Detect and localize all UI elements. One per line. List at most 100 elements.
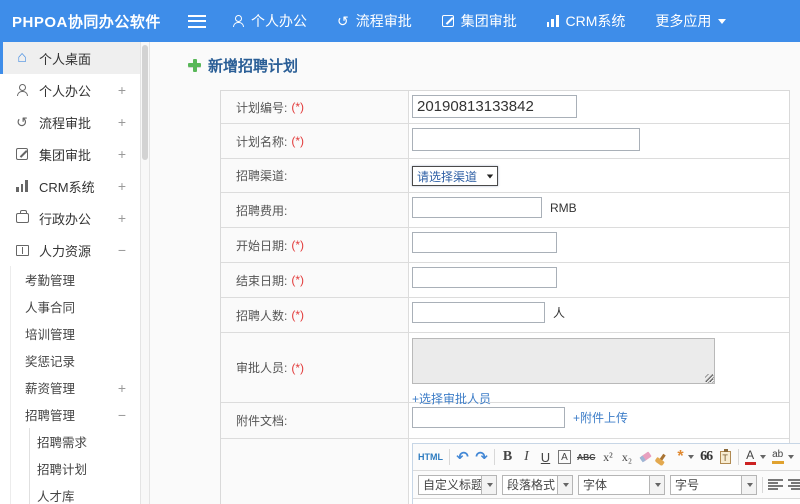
main-content: 新增招聘计划 计划编号: (*) 计划名称: (*) [150, 42, 800, 504]
caret-down-icon [718, 18, 727, 24]
nav-more-apps[interactable]: 更多应用 [655, 11, 727, 31]
required-mark: (*) [291, 273, 305, 287]
form-row-plan-no: 计划编号: (*) [221, 91, 789, 124]
channel-select[interactable]: 请选择渠道 [412, 166, 498, 186]
sub-item-label: 人才库 [37, 490, 75, 504]
sidebar-item-label: 个人办公 [39, 83, 92, 99]
nav-personal-office[interactable]: 个人办公 [232, 11, 307, 31]
editor-toolbar-row1: HTML ↶ ↷ B I U A ABC x² x₂ * 66 T A ab [413, 444, 800, 471]
highlight-button[interactable]: ab [771, 447, 794, 467]
sidebar-item-recruit-plan[interactable]: 招聘计划 [30, 455, 140, 482]
headcount-input[interactable] [412, 302, 545, 323]
expand-indicator: + [117, 178, 126, 194]
field-label: 开始日期: (*) [221, 228, 409, 262]
sidebar-item-hr[interactable]: 人力资源 − [0, 234, 140, 266]
nav-group-approval[interactable]: 集团审批 [441, 11, 517, 31]
blockquote-button[interactable]: 66 [700, 447, 713, 467]
toolbar-separator [494, 449, 495, 465]
font-color-letter: A [746, 448, 755, 462]
italic-button[interactable]: I [520, 447, 533, 467]
align-left-button[interactable] [768, 475, 783, 495]
required-mark: (*) [291, 134, 305, 148]
strikethrough-button[interactable]: ABC [577, 447, 595, 467]
format-brush-button[interactable] [658, 447, 671, 467]
sidebar-item-group-approval[interactable]: 集团审批 + [0, 138, 140, 170]
burger-bar [188, 20, 206, 22]
font-color-button[interactable]: A [744, 447, 766, 467]
sidebar-item-talent-pool[interactable]: 人才库 [30, 482, 140, 504]
sidebar-item-crm[interactable]: CRM系统 + [0, 170, 140, 202]
nav-workflow-approval[interactable]: 流程审批 [337, 11, 412, 31]
sidebar-item-training[interactable]: 培训管理 [11, 320, 140, 347]
sidebar-item-attendance[interactable]: 考勤管理 [11, 266, 140, 293]
attachment-input[interactable] [412, 407, 565, 428]
align-center-button[interactable] [788, 475, 800, 495]
caret-down-icon [687, 455, 694, 459]
field-label: 计划名称: (*) [221, 124, 409, 158]
scrollbar-thumb[interactable] [142, 45, 148, 160]
expand-indicator: + [117, 146, 126, 162]
headcount-unit: 人 [553, 305, 566, 320]
sidebar-item-salary[interactable]: 薪资管理 + [11, 374, 140, 401]
person-icon [14, 84, 30, 96]
sidebar-item-rewards[interactable]: 奖惩记录 [11, 347, 140, 374]
nav-label: 个人办公 [251, 13, 307, 29]
required-mark: (*) [291, 100, 305, 114]
undo-button[interactable]: ↶ [456, 447, 469, 467]
select-value: 段落格式 [502, 474, 558, 495]
end-date-input[interactable] [412, 267, 557, 288]
sidebar-item-personal-office[interactable]: 个人办公 + [0, 74, 140, 106]
form-row-attachment: 附件文档: +附件上传 [221, 403, 789, 439]
form-row-plan-name: 计划名称: (*) [221, 124, 789, 159]
start-date-input[interactable] [412, 232, 557, 253]
nav-crm-system[interactable]: CRM系统 [546, 11, 625, 31]
bold-button[interactable]: B [501, 447, 514, 467]
app-logo: PHPOA协同办公软件 [12, 13, 161, 31]
highlight-bar [771, 461, 784, 464]
eraser-button[interactable] [639, 447, 653, 467]
plan-name-input[interactable] [412, 128, 640, 151]
field-label-text: 开始日期: [236, 238, 288, 253]
sidebar-item-recruit-demand[interactable]: 招聘需求 [30, 428, 140, 455]
sidebar-item-workflow-approval[interactable]: 流程审批 + [0, 106, 140, 138]
highlight-letters: ab [772, 449, 784, 460]
attachment-upload-link[interactable]: +附件上传 [573, 411, 628, 425]
edit-icon [14, 148, 30, 160]
underline-button[interactable]: U [539, 447, 552, 467]
sidebar-item-admin-office[interactable]: 行政办公 + [0, 202, 140, 234]
field-label-text: 计划名称: [236, 134, 288, 149]
sidebar-item-recruit-mgmt[interactable]: 招聘管理 − [11, 401, 140, 428]
editor-content-area[interactable] [413, 499, 800, 504]
paste-button[interactable] [719, 447, 732, 467]
font-size-select[interactable]: 字号 [670, 474, 757, 495]
eraser-icon [639, 451, 653, 463]
fee-input[interactable] [412, 197, 542, 218]
approver-textarea[interactable] [412, 338, 715, 384]
sidebar-item-desktop[interactable]: 个人桌面 [0, 42, 140, 74]
superscript-button[interactable]: x² [601, 447, 614, 467]
sidebar-item-label: 人力资源 [39, 243, 92, 259]
sidebar-item-label: 集团审批 [39, 147, 92, 163]
plan-no-input[interactable] [412, 95, 577, 118]
subscript-button[interactable]: x₂ [620, 447, 633, 467]
html-source-button[interactable]: HTML [418, 447, 443, 467]
border-text-button[interactable]: A [558, 450, 571, 464]
custom-title-select[interactable]: 自定义标题 [418, 474, 497, 495]
caret-box [742, 474, 757, 495]
sidebar-item-label: 行政办公 [39, 211, 92, 227]
sidebar-item-label: 个人桌面 [39, 51, 92, 67]
auto-typeset-button[interactable]: * [677, 447, 694, 467]
expand-indicator: − [117, 406, 126, 423]
form-row-editor: HTML ↶ ↷ B I U A ABC x² x₂ * 66 T A ab 自… [221, 439, 800, 504]
redo-button[interactable]: ↷ [475, 447, 488, 467]
sub-item-label: 奖惩记录 [25, 355, 76, 369]
sidebar-scrollbar[interactable] [140, 42, 150, 504]
font-family-select[interactable]: 字体 [578, 474, 665, 495]
caret-down-icon [655, 482, 661, 487]
form-row-approver: 审批人员: (*) +选择审批人员 [221, 333, 789, 406]
paragraph-format-select[interactable]: 段落格式 [502, 474, 573, 495]
nav-label: 流程审批 [355, 13, 412, 29]
sidebar-item-hr-contract[interactable]: 人事合同 [11, 293, 140, 320]
menu-toggle-icon[interactable] [188, 14, 206, 28]
editor-toolbar-row2: 自定义标题 段落格式 字体 字号 [413, 471, 800, 499]
